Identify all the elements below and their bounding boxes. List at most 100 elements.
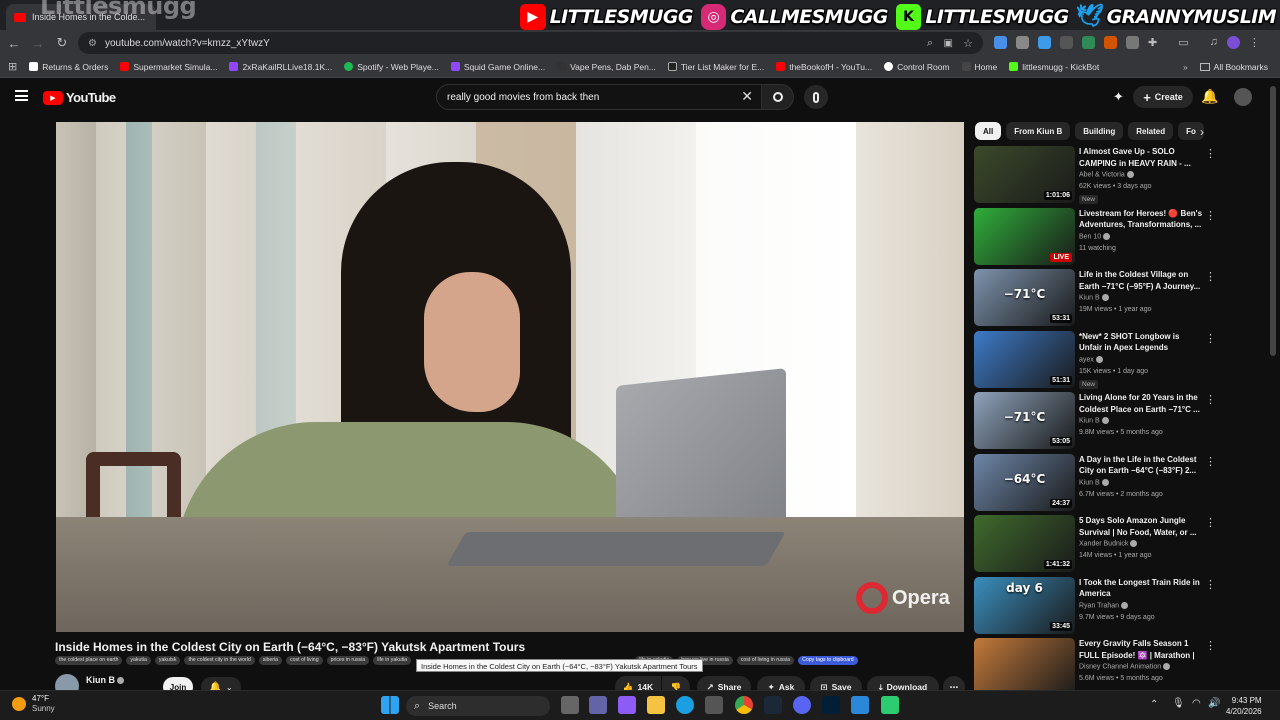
recommendation-channel[interactable]: Ryan Trahan [1079,601,1129,609]
recommendation-thumbnail[interactable]: 1:01:06 [974,146,1075,203]
clear-search-icon[interactable]: ✕ [741,88,753,105]
channel-name[interactable]: Kiun B [86,675,124,685]
reload-icon[interactable]: ↻ [50,31,74,55]
file-explorer-icon[interactable] [647,696,665,714]
recommendation-item[interactable]: −71°C 53:05 Living Alone for 20 Years in t… [974,392,1219,450]
teams-icon[interactable] [589,696,607,714]
extension-icon[interactable] [1126,36,1139,49]
bookmark-star-icon[interactable]: ☆ [963,37,973,50]
recommendation-item[interactable]: −71°C 53:31 Life in the Coldest Village on… [974,269,1219,327]
recommendation-item[interactable]: 51:31 *New* 2 SHOT Longbow is Unfair in A… [974,330,1219,389]
recommendation-title[interactable]: A Day in the Life in the Coldest City on… [1079,454,1203,477]
gear-puzzle-icon[interactable]: ✦ [1113,89,1124,105]
chip-building[interactable]: Building [1075,122,1124,140]
discord-icon[interactable] [793,696,811,714]
more-vertical-icon[interactable]: ⋮ [1205,210,1216,224]
chip-all[interactable]: All [975,122,1002,140]
volume-icon[interactable]: 🔊 [1208,698,1220,709]
recommendation-item[interactable]: 1:41:32 5 Days Solo Amazon Jungle Surviva… [974,515,1219,573]
recommendation-item[interactable]: −64°C 24:37 A Day in the Life in the Colde… [974,453,1219,512]
edge-icon[interactable] [676,696,694,714]
recommendation-title[interactable]: 5 Days Solo Amazon Jungle Survival | No … [1079,515,1203,538]
bookmark-item[interactable]: Supermarket Simula... [114,56,223,78]
tag-chip[interactable]: the coldest city in the world [184,656,255,665]
weather-widget[interactable]: 47°F Sunny [12,694,55,714]
bookmarks-overflow-icon[interactable]: » [1177,56,1194,78]
recommendation-title[interactable]: Livestream for Heroes! 🔴 Ben's Adventure… [1079,208,1203,231]
recommendation-thumbnail[interactable]: −71°C 53:31 [974,269,1075,326]
more-vertical-icon[interactable]: ⋮ [1205,148,1216,162]
page-scrollbar[interactable] [1270,86,1276,356]
media-icon[interactable]: ♫ [1210,36,1218,49]
cast-icon[interactable]: ▣ [944,38,953,49]
profile-avatar[interactable] [1226,36,1240,49]
extension-icon[interactable] [994,36,1007,49]
voice-search-button[interactable] [804,85,828,109]
recommendation-thumbnail[interactable]: LIVE [974,207,1075,265]
recommendation-item[interactable]: day 6 33:45 I Took the Longest Train Ride … [974,576,1219,635]
task-view-icon[interactable] [561,696,579,714]
chip-related[interactable]: Related [1128,122,1174,140]
video-player[interactable]: Opera [56,122,964,632]
recommendation-channel[interactable]: ayex [1079,355,1103,363]
more-vertical-icon[interactable]: ⋮ [1205,579,1216,593]
more-vertical-icon[interactable]: ⋮ [1205,517,1216,531]
bookmark-item[interactable]: Tier List Maker for E... [662,56,770,78]
menu-dots-icon[interactable]: ⋮ [1249,36,1260,49]
taskbar-clock[interactable]: 9:43 PM 4/20/2026 [1226,695,1262,717]
back-icon[interactable]: ← [2,31,26,55]
store-icon[interactable] [705,696,723,714]
zoom-icon[interactable]: ⌕ [927,37,933,50]
bookmark-item[interactable]: Spotify - Web Playe... [338,56,445,78]
tag-chip[interactable]: prices in russia [326,656,370,665]
recommendation-thumbnail[interactable]: day 6 33:45 [974,576,1075,634]
tag-chip[interactable]: cost of living [286,656,323,665]
recommendation-title[interactable]: I Almost Gave Up - SOLO CAMPING in HEAVY… [1079,146,1203,169]
forward-icon[interactable]: → [26,31,50,55]
search-input[interactable]: really good movies from back then ✕ [436,84,762,110]
tray-chevron-icon[interactable]: ⌃ [1150,699,1158,710]
more-vertical-icon[interactable]: ⋮ [1205,456,1216,470]
account-avatar[interactable] [1234,88,1252,106]
apps-grid-icon[interactable]: ⊞ [0,56,23,78]
tag-chip[interactable]: the coldest place on earth [55,656,123,665]
bookmark-item[interactable]: Squid Game Online... [445,56,551,78]
recommendation-channel[interactable]: Xander Budnick [1079,540,1138,547]
recommendation-channel[interactable]: Kiun B [1079,294,1109,301]
bookmark-item[interactable]: Vape Pens, Dab Pen... [551,56,662,78]
copilot-icon[interactable] [618,696,636,714]
tag-chip[interactable]: yakutia [126,656,151,665]
windows-start-icon[interactable] [381,696,399,714]
recommendation-thumbnail[interactable]: −64°C 24:37 [974,453,1075,511]
chevron-right-icon[interactable]: › [1193,123,1211,141]
puzzle-icon[interactable]: ✚ [1148,36,1157,49]
tag-chip[interactable]: cost of living in russia [736,656,795,665]
chrome-icon[interactable] [735,696,753,714]
recommendation-thumbnail[interactable]: 1:41:32 [974,515,1075,572]
all-bookmarks[interactable]: All Bookmarks [1194,56,1274,78]
recommendation-thumbnail[interactable]: 51:31 [974,330,1075,388]
create-button[interactable]: + Create [1133,86,1193,108]
sidepanel-icon[interactable]: ▭ [1178,36,1188,49]
recommendation-thumbnail[interactable] [974,638,1075,695]
bookmark-item[interactable]: Home [956,56,1004,78]
extension-icon[interactable] [1016,36,1029,49]
youtube-logo[interactable]: ▶ YouTube [43,90,116,105]
bookmark-item[interactable]: littlesmugg - KickBot [1003,56,1105,78]
bookmark-item[interactable]: Control Room [878,56,955,78]
recommendation-title[interactable]: I Took the Longest Train Ride in America [1079,577,1203,600]
recommendation-channel[interactable]: Kiun B [1079,478,1109,486]
more-vertical-icon[interactable]: ⋮ [1205,333,1216,347]
tag-chip[interactable]: yakutsk [154,656,181,665]
chip-from-channel[interactable]: From Kiun B [1006,122,1071,140]
recommendation-thumbnail[interactable]: −71°C 53:05 [974,392,1075,449]
hamburger-menu-icon[interactable] [15,90,28,101]
recommendation-item[interactable]: Every Gravity Falls Season 1 FULL Episod… [974,638,1219,696]
taskbar-search[interactable]: ⌕ Search [406,696,550,716]
recommendation-item[interactable]: 1:01:06 I Almost Gave Up - SOLO CAMPING i… [974,146,1219,204]
more-vertical-icon[interactable]: ⋮ [1205,640,1216,654]
wifi-icon[interactable]: ◠ [1192,698,1201,709]
recommendation-title[interactable]: Life in the Coldest Village on Earth −71… [1079,269,1203,292]
recommendation-channel[interactable]: Abel & Victoria [1079,171,1134,178]
copy-tags-button[interactable]: Copy tags to clipboard [798,656,858,665]
